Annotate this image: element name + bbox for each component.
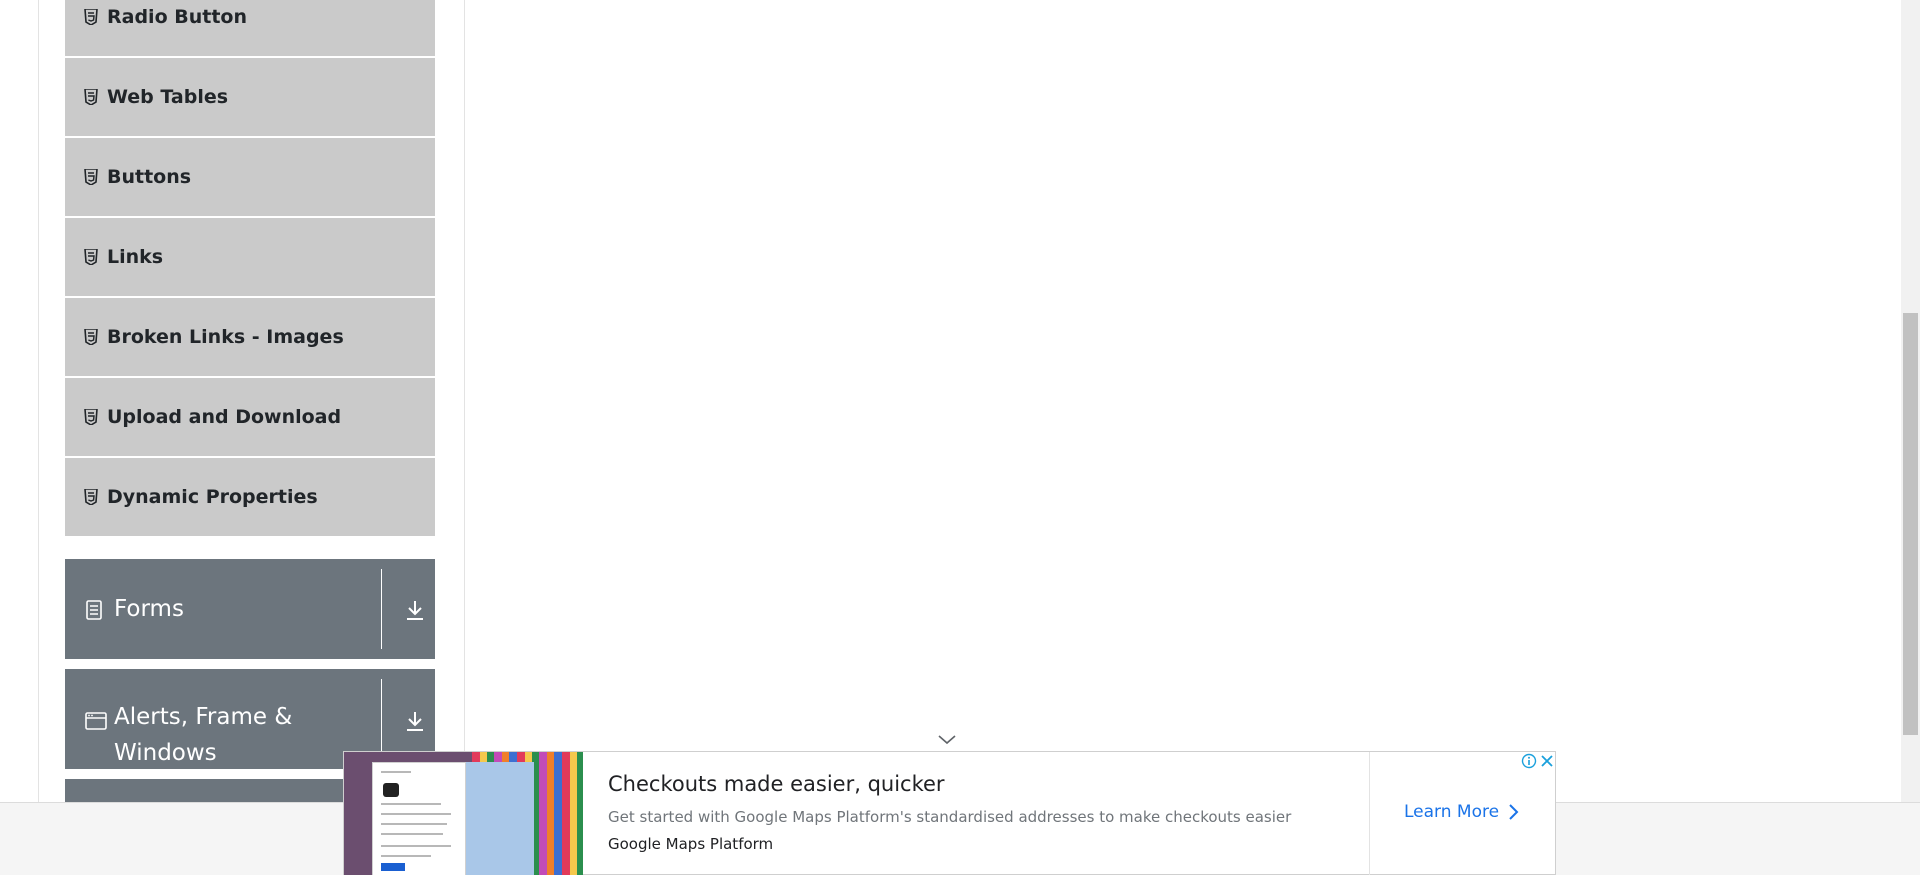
advertisement[interactable]: Checkouts made easier, quicker Get start… — [343, 751, 1556, 875]
menu-item-upload-and-download[interactable]: Upload and Download — [65, 378, 435, 458]
menu-item-label: Broken Links - Images — [107, 326, 344, 348]
menu-item-links[interactable]: Links — [65, 218, 435, 298]
vertical-scrollbar[interactable] — [1901, 0, 1920, 802]
page: Radio Button Web Tables Buttons Links Br… — [0, 0, 1920, 875]
html5-icon — [83, 328, 99, 346]
learn-more-button[interactable]: Learn More — [1404, 802, 1519, 822]
chevron-right-icon — [1507, 803, 1519, 821]
download-arrow-icon[interactable] — [403, 709, 427, 733]
chevron-down-icon[interactable] — [935, 732, 959, 748]
group-separator — [381, 679, 382, 759]
download-arrow-icon[interactable] — [403, 598, 427, 622]
menu-item-dynamic-properties[interactable]: Dynamic Properties — [65, 458, 435, 538]
ad-description[interactable]: Get started with Google Maps Platform's … — [608, 808, 1291, 826]
ad-image[interactable] — [344, 752, 583, 875]
menu-item-label: Dynamic Properties — [107, 486, 318, 508]
html5-icon — [83, 488, 99, 506]
menu-item-label: Web Tables — [107, 86, 229, 108]
window-icon — [85, 711, 107, 731]
menu-item-label: Upload and Download — [107, 406, 342, 428]
group-label-alerts-line1: Alerts, Frame & — [114, 704, 293, 730]
html5-icon — [83, 8, 99, 26]
menu-item-label: Radio Button — [107, 6, 247, 28]
group-label-forms: Forms — [114, 596, 184, 622]
document-icon — [85, 600, 105, 620]
html5-icon — [83, 88, 99, 106]
group-label-alerts-line2: Windows — [114, 740, 217, 766]
left-panel-border — [38, 0, 39, 802]
html5-icon — [83, 408, 99, 426]
ad-divider — [1369, 752, 1370, 875]
menu-item-label: Links — [107, 246, 164, 268]
element-menu-list: Radio Button Web Tables Buttons Links Br… — [65, 0, 435, 538]
left-panel-divider — [464, 0, 465, 802]
scrollbar-thumb[interactable] — [1903, 313, 1918, 735]
ad-brand[interactable]: Google Maps Platform — [608, 835, 773, 853]
menu-item-buttons[interactable]: Buttons — [65, 138, 435, 218]
adchoices-icon[interactable] — [1520, 752, 1538, 770]
html5-icon — [83, 168, 99, 186]
group-header-forms[interactable]: Forms — [65, 559, 435, 659]
menu-item-radio-button[interactable]: Radio Button — [65, 0, 435, 58]
menu-item-label: Buttons — [107, 166, 192, 188]
group-separator — [381, 569, 382, 649]
menu-item-web-tables[interactable]: Web Tables — [65, 58, 435, 138]
menu-item-broken-links-images[interactable]: Broken Links - Images — [65, 298, 435, 378]
ad-title[interactable]: Checkouts made easier, quicker — [608, 772, 945, 796]
left-panel: Radio Button Web Tables Buttons Links Br… — [0, 0, 465, 802]
phone-checkout-mockup — [372, 762, 466, 875]
learn-more-label: Learn More — [1404, 802, 1500, 822]
close-icon[interactable] — [1538, 752, 1556, 770]
html5-icon — [83, 248, 99, 266]
